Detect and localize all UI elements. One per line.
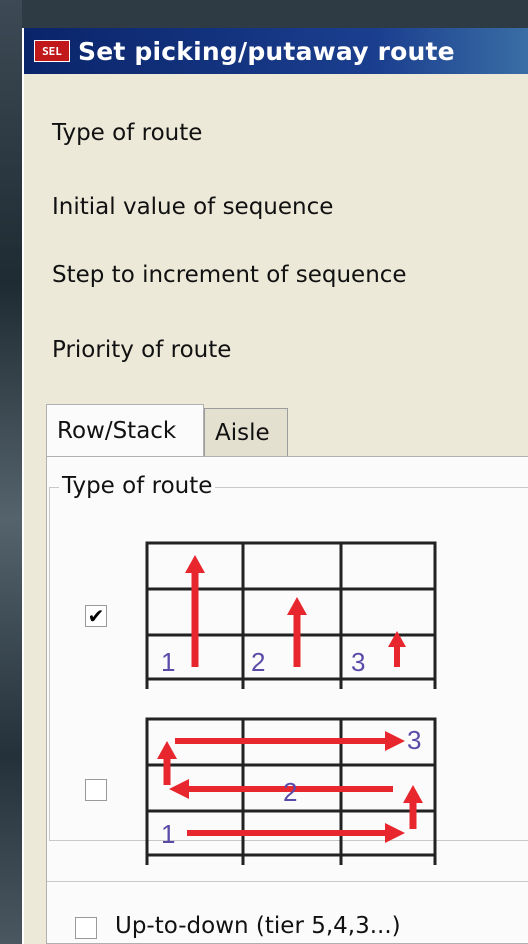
sequence-number-1: 1	[161, 647, 175, 677]
field-label-type-of-route: Type of route	[52, 120, 203, 146]
route-arrows	[185, 555, 406, 667]
field-label-initial-value: Initial value of sequence	[52, 194, 334, 220]
route-option-serpentine-checkbox[interactable]	[85, 779, 107, 801]
sequence-number-2: 2	[283, 777, 297, 807]
dialog-window: SEL Set picking/putaway route Type of ro…	[22, 28, 528, 944]
background-desktop	[0, 0, 22, 944]
tab-aisle[interactable]: Aisle	[204, 408, 288, 456]
sequence-number-3: 3	[407, 725, 421, 755]
window-title: Set picking/putaway route	[78, 36, 455, 66]
app-icon: SEL	[34, 40, 70, 62]
route-diagram-vertical[interactable]: 1 2 3	[145, 539, 437, 691]
route-option-vertical-checkbox[interactable]: ✔	[85, 605, 107, 627]
route-type-legend: Type of route	[59, 473, 216, 499]
check-mark-icon: ✔	[87, 604, 105, 628]
field-label-priority: Priority of route	[52, 337, 232, 363]
title-bar[interactable]: SEL Set picking/putaway route	[24, 28, 528, 74]
tab-panel-row-stack: Type of route ✔ 1 2 3 1 2 3 Up-to-down (…	[46, 456, 528, 944]
sequence-number-1: 1	[161, 819, 175, 849]
tab-row-stack[interactable]: Row/Stack	[46, 404, 204, 456]
divider	[47, 881, 528, 882]
sequence-number-3: 3	[351, 647, 365, 677]
up-to-down-label: Up-to-down (tier 5,4,3...)	[115, 913, 401, 939]
field-label-step-increment: Step to increment of sequence	[52, 262, 407, 288]
sequence-number-2: 2	[251, 647, 265, 677]
up-to-down-checkbox[interactable]	[75, 917, 97, 939]
route-diagram-serpentine[interactable]: 1 2 3	[145, 715, 437, 867]
